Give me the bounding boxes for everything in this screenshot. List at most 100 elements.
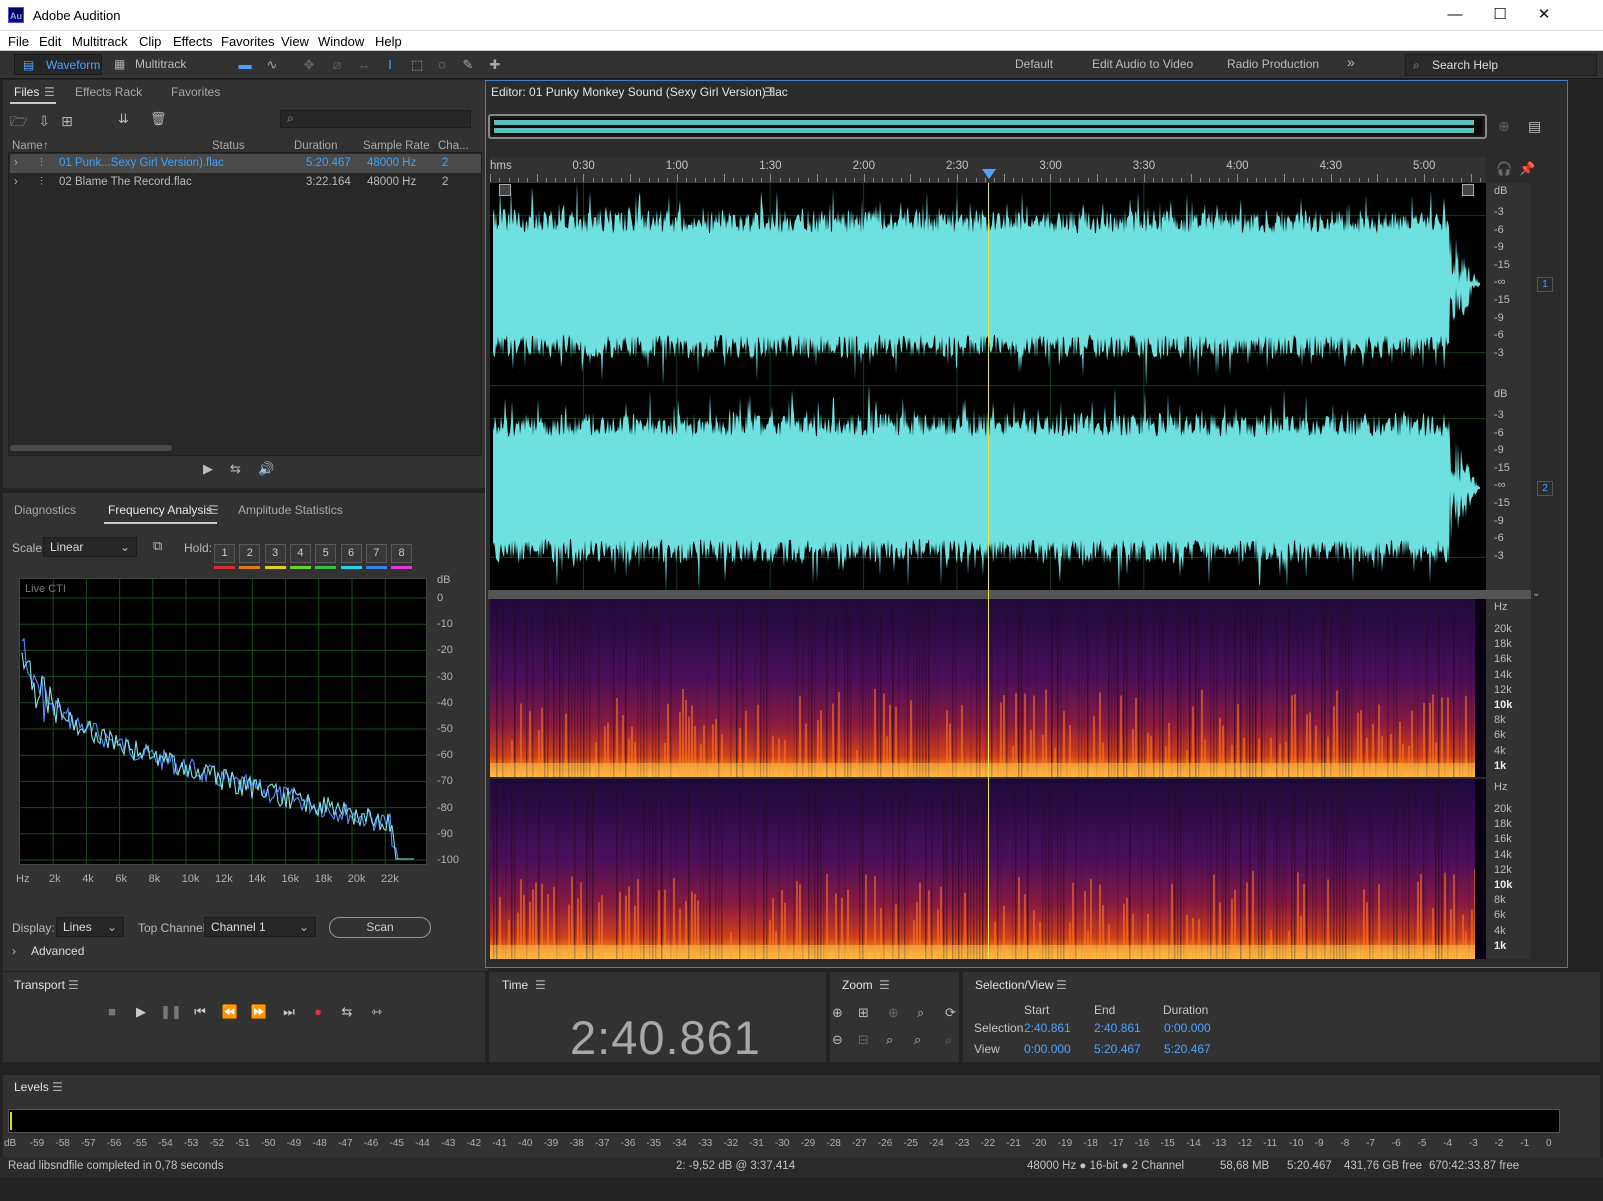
divider-chevron-icon[interactable]: ⌄ bbox=[1532, 588, 1540, 599]
advanced-section[interactable]: Advanced bbox=[31, 944, 84, 958]
editor-menu-icon[interactable]: ☰ bbox=[764, 85, 775, 99]
scan-button[interactable]: Scan bbox=[329, 917, 431, 938]
column-status[interactable]: Status bbox=[212, 140, 245, 152]
play-preview-icon[interactable]: ▶ bbox=[203, 461, 213, 477]
column-duration[interactable]: Duration bbox=[294, 140, 337, 152]
expand-chevron-icon[interactable]: › bbox=[14, 154, 18, 173]
column-channels[interactable]: Cha... bbox=[438, 140, 469, 152]
brush-tool-icon[interactable]: ✎ bbox=[459, 56, 477, 74]
open-file-icon[interactable]: 🗁 bbox=[10, 113, 38, 129]
close-button[interactable]: ✕ bbox=[1524, 4, 1564, 26]
time-menu-icon[interactable]: ☰ bbox=[535, 978, 546, 992]
tab-diagnostics[interactable]: Diagnostics bbox=[14, 503, 76, 517]
file-row[interactable]: › ⫶ 01 Punk...Sexy Girl Version).flac 5:… bbox=[10, 154, 481, 173]
pin-icon[interactable]: 📌 bbox=[1519, 161, 1535, 177]
menu-effects[interactable]: Effects bbox=[173, 34, 213, 49]
waveform-mode-button[interactable]: ▤ Waveform bbox=[14, 54, 102, 75]
zoom-in-icon[interactable]: ⊞ bbox=[858, 1005, 869, 1021]
menu-window[interactable]: Window bbox=[318, 34, 364, 49]
new-file-icon[interactable]: ⊞ bbox=[61, 113, 84, 129]
hold-button-6[interactable]: 6 bbox=[340, 544, 362, 563]
channel-1-toggle[interactable]: 1 bbox=[1537, 277, 1553, 292]
menu-edit[interactable]: Edit bbox=[39, 34, 61, 49]
tab-files[interactable]: Files bbox=[14, 85, 39, 99]
transport-menu-icon[interactable]: ☰ bbox=[68, 978, 79, 992]
hold-button-3[interactable]: 3 bbox=[264, 544, 286, 563]
move-tool-icon[interactable]: ✥ bbox=[300, 56, 318, 74]
zoom-to-edges-icon[interactable]: ⌕ bbox=[914, 1032, 921, 1048]
insert-into-multitrack-icon[interactable]: ⇊ bbox=[118, 111, 129, 127]
skip-selection-icon[interactable]: ⇿ bbox=[366, 1004, 388, 1020]
hold-button-1[interactable]: 1 bbox=[214, 544, 235, 563]
hold-button-7[interactable]: 7 bbox=[365, 544, 387, 563]
expand-chevron-icon[interactable]: › bbox=[14, 173, 18, 192]
spot-healing-tool-icon[interactable]: ✚ bbox=[486, 56, 504, 74]
workspace-default[interactable]: Default bbox=[1015, 57, 1053, 71]
fast-forward-icon[interactable]: ⏩ bbox=[248, 1004, 270, 1020]
menu-help[interactable]: Help bbox=[375, 34, 402, 49]
column-name[interactable]: Name bbox=[12, 140, 43, 152]
scale-dropdown[interactable]: Linear ⌄ bbox=[43, 537, 137, 557]
fade-in-handle-icon[interactable] bbox=[499, 184, 511, 196]
zoom-out-icon[interactable]: ⊟ bbox=[858, 1032, 869, 1048]
spectral-divider[interactable] bbox=[488, 590, 1531, 599]
zoom-in-amplitude-icon[interactable]: ⊕ bbox=[832, 1005, 843, 1021]
lasso-tool-icon[interactable]: ◌ bbox=[433, 56, 451, 74]
zoom-out-amplitude-icon[interactable]: ⊖ bbox=[832, 1032, 843, 1048]
selection-view-menu-icon[interactable]: ☰ bbox=[1056, 978, 1067, 992]
more-workspaces-button[interactable]: » bbox=[1347, 54, 1355, 70]
waveform-view-icon[interactable]: ▬ bbox=[236, 56, 254, 74]
multitrack-mode-button[interactable]: ▦ Multitrack bbox=[108, 54, 194, 75]
tab-effects-rack[interactable]: Effects Rack bbox=[75, 85, 142, 99]
razor-tool-icon[interactable]: ⧄ bbox=[328, 56, 346, 74]
stop-icon[interactable]: ■ bbox=[101, 1004, 123, 1020]
levels-menu-icon[interactable]: ☰ bbox=[52, 1080, 63, 1094]
zoom-out-full-icon[interactable]: ⌕ bbox=[886, 1032, 893, 1048]
workspace-radio-production[interactable]: Radio Production bbox=[1227, 57, 1319, 71]
workspace-edit-audio-to-video[interactable]: Edit Audio to Video bbox=[1092, 57, 1193, 71]
file-row[interactable]: › ⫶ 02 Blame The Record.flac 3:22.164 48… bbox=[10, 173, 481, 192]
loop-preview-icon[interactable]: ⇆ bbox=[230, 461, 241, 477]
menu-favorites[interactable]: Favorites bbox=[221, 34, 274, 49]
hold-button-5[interactable]: 5 bbox=[315, 544, 337, 563]
editor-layout-icon[interactable]: ▤ bbox=[1528, 118, 1541, 135]
loop-playback-icon[interactable]: ⇆ bbox=[336, 1004, 358, 1020]
go-to-end-icon[interactable]: ⏭ bbox=[278, 1004, 300, 1020]
view-end[interactable]: 5:20.467 bbox=[1094, 1042, 1141, 1056]
selection-start[interactable]: 2:40.861 bbox=[1024, 1021, 1071, 1035]
view-start[interactable]: 0:00.000 bbox=[1024, 1042, 1071, 1056]
view-duration[interactable]: 5:20.467 bbox=[1164, 1042, 1211, 1056]
zoom-reset-icon[interactable]: ⟳ bbox=[945, 1005, 956, 1021]
display-dropdown[interactable]: Lines ⌄ bbox=[56, 917, 124, 937]
record-icon[interactable]: ● bbox=[307, 1004, 329, 1020]
hold-button-2[interactable]: 2 bbox=[239, 544, 261, 563]
minimize-button[interactable]: — bbox=[1435, 4, 1475, 26]
auto-play-icon[interactable]: 🔊 bbox=[258, 461, 274, 477]
tab-favorites[interactable]: Favorites bbox=[171, 85, 220, 99]
tab-amplitude-statistics[interactable]: Amplitude Statistics bbox=[238, 503, 343, 517]
files-menu-icon[interactable]: ☰ bbox=[44, 85, 55, 99]
files-search-input[interactable]: ⌕ bbox=[280, 110, 471, 128]
file-list-scrollbar[interactable] bbox=[10, 445, 172, 451]
play-icon[interactable]: ▶ bbox=[130, 1004, 152, 1020]
playhead[interactable] bbox=[988, 183, 989, 959]
headphones-icon[interactable]: 🎧 bbox=[1496, 161, 1512, 177]
analysis-menu-icon[interactable]: ☰ bbox=[208, 503, 219, 517]
slip-tool-icon[interactable]: ↔ bbox=[355, 56, 373, 74]
tab-frequency-analysis[interactable]: Frequency Analysis bbox=[108, 503, 212, 517]
zoom-in-point-icon[interactable]: ⌕ bbox=[917, 1005, 924, 1021]
hold-button-4[interactable]: 4 bbox=[289, 544, 311, 563]
menu-multitrack[interactable]: Multitrack bbox=[72, 34, 128, 49]
marquee-tool-icon[interactable]: ⬚ bbox=[408, 56, 426, 74]
search-help-input[interactable]: ⌕ Search Help bbox=[1405, 54, 1597, 76]
pause-icon[interactable]: ❚❚ bbox=[160, 1004, 182, 1020]
column-sample-rate[interactable]: Sample Rate bbox=[363, 140, 429, 152]
spectral-view-icon[interactable]: ∿ bbox=[263, 56, 281, 74]
snapshot-icon[interactable]: ⧉ bbox=[153, 538, 162, 554]
top-channel-dropdown[interactable]: Channel 1 ⌄ bbox=[204, 917, 316, 937]
maximize-button[interactable]: ☐ bbox=[1480, 4, 1520, 26]
zoom-out-point-icon[interactable]: ⌕ bbox=[945, 1032, 952, 1048]
selection-duration[interactable]: 0:00.000 bbox=[1164, 1021, 1211, 1035]
fade-out-handle-icon[interactable] bbox=[1462, 184, 1474, 196]
menu-clip[interactable]: Clip bbox=[139, 34, 161, 49]
